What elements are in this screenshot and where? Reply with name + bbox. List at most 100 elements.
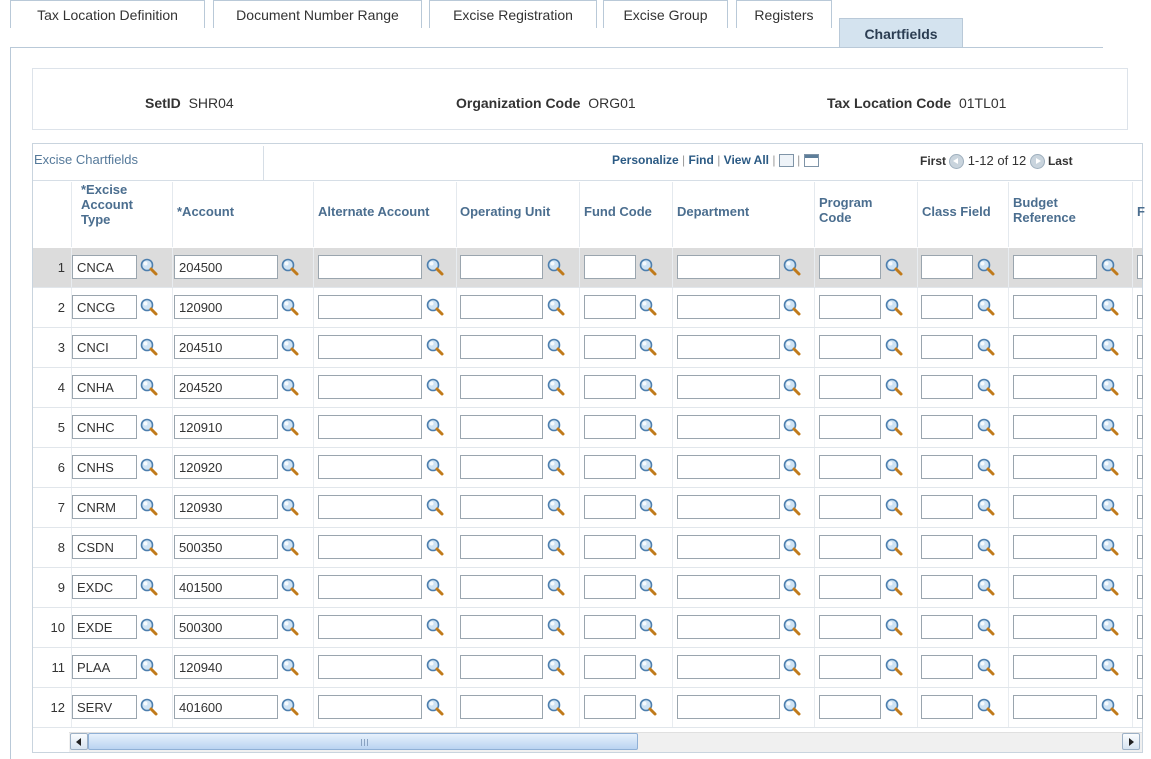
operating-unit-input[interactable] — [460, 415, 543, 439]
fund-code-input[interactable] — [584, 495, 636, 519]
lookup-icon[interactable] — [1100, 497, 1120, 517]
truncated-input[interactable] — [1137, 415, 1143, 439]
account-input[interactable]: 401500 — [174, 575, 278, 599]
personalize-link[interactable]: Personalize — [612, 153, 679, 167]
lookup-icon[interactable] — [638, 337, 658, 357]
lookup-icon[interactable] — [546, 337, 566, 357]
program-code-input[interactable] — [819, 375, 881, 399]
scroll-left-icon[interactable] — [70, 733, 88, 750]
col-fund-code[interactable]: Fund Code — [584, 204, 652, 219]
lookup-icon[interactable] — [425, 697, 445, 717]
lookup-icon[interactable] — [139, 497, 159, 517]
lookup-icon[interactable] — [139, 537, 159, 557]
lookup-icon[interactable] — [638, 297, 658, 317]
excise-type-input[interactable]: PLAA — [72, 655, 137, 679]
lookup-icon[interactable] — [1100, 657, 1120, 677]
scrollbar-thumb[interactable] — [88, 733, 638, 750]
lookup-icon[interactable] — [782, 337, 802, 357]
program-code-input[interactable] — [819, 655, 881, 679]
zoom-grid-icon[interactable] — [778, 154, 794, 168]
lookup-icon[interactable] — [546, 457, 566, 477]
truncated-input[interactable] — [1137, 535, 1143, 559]
lookup-icon[interactable] — [884, 497, 904, 517]
lookup-icon[interactable] — [1100, 377, 1120, 397]
lookup-icon[interactable] — [638, 417, 658, 437]
lookup-icon[interactable] — [546, 497, 566, 517]
class-field-input[interactable] — [921, 415, 973, 439]
col-account[interactable]: *Account — [177, 204, 234, 219]
lookup-icon[interactable] — [884, 257, 904, 277]
table-row[interactable]: 4 CNHA 204520 — [33, 368, 1143, 408]
lookup-icon[interactable] — [1100, 577, 1120, 597]
lookup-icon[interactable] — [280, 457, 300, 477]
col-program-code[interactable]: Program Code — [819, 195, 889, 225]
lookup-icon[interactable] — [546, 257, 566, 277]
table-row[interactable]: 8 CSDN 500350 — [33, 528, 1143, 568]
lookup-icon[interactable] — [546, 377, 566, 397]
alternate-account-input[interactable] — [318, 255, 422, 279]
lookup-icon[interactable] — [884, 297, 904, 317]
budget-reference-input[interactable] — [1013, 535, 1097, 559]
alternate-account-input[interactable] — [318, 375, 422, 399]
lookup-icon[interactable] — [280, 537, 300, 557]
excise-type-input[interactable]: CNCG — [72, 295, 137, 319]
lookup-icon[interactable] — [1100, 257, 1120, 277]
lookup-icon[interactable] — [1100, 417, 1120, 437]
lookup-icon[interactable] — [280, 377, 300, 397]
lookup-icon[interactable] — [280, 417, 300, 437]
lookup-icon[interactable] — [425, 537, 445, 557]
view-all-link[interactable]: View All — [724, 153, 769, 167]
previous-icon[interactable] — [949, 154, 965, 170]
lookup-icon[interactable] — [1100, 297, 1120, 317]
excise-type-input[interactable]: CNHC — [72, 415, 137, 439]
find-link[interactable]: Find — [689, 153, 714, 167]
lookup-icon[interactable] — [546, 577, 566, 597]
col-department[interactable]: Department — [677, 204, 749, 219]
operating-unit-input[interactable] — [460, 695, 543, 719]
fund-code-input[interactable] — [584, 655, 636, 679]
account-input[interactable]: 120920 — [174, 455, 278, 479]
program-code-input[interactable] — [819, 295, 881, 319]
lookup-icon[interactable] — [280, 697, 300, 717]
lookup-icon[interactable] — [638, 377, 658, 397]
account-input[interactable]: 120900 — [174, 295, 278, 319]
budget-reference-input[interactable] — [1013, 455, 1097, 479]
lookup-icon[interactable] — [1100, 697, 1120, 717]
lookup-icon[interactable] — [280, 657, 300, 677]
lookup-icon[interactable] — [139, 577, 159, 597]
lookup-icon[interactable] — [782, 697, 802, 717]
program-code-input[interactable] — [819, 575, 881, 599]
col-budget-reference[interactable]: Budget Reference — [1013, 195, 1083, 225]
lookup-icon[interactable] — [139, 377, 159, 397]
lookup-icon[interactable] — [638, 577, 658, 597]
fund-code-input[interactable] — [584, 255, 636, 279]
program-code-input[interactable] — [819, 255, 881, 279]
col-alternate-account[interactable]: Alternate Account — [318, 204, 429, 219]
class-field-input[interactable] — [921, 295, 973, 319]
class-field-input[interactable] — [921, 375, 973, 399]
lookup-icon[interactable] — [782, 537, 802, 557]
program-code-input[interactable] — [819, 535, 881, 559]
tab-registers[interactable]: Registers — [736, 0, 832, 28]
truncated-input[interactable] — [1137, 335, 1143, 359]
lookup-icon[interactable] — [280, 617, 300, 637]
fund-code-input[interactable] — [584, 375, 636, 399]
program-code-input[interactable] — [819, 415, 881, 439]
operating-unit-input[interactable] — [460, 455, 543, 479]
department-input[interactable] — [677, 655, 780, 679]
tab-tax-location-definition[interactable]: Tax Location Definition — [10, 0, 205, 28]
lookup-icon[interactable] — [638, 617, 658, 637]
class-field-input[interactable] — [921, 455, 973, 479]
lookup-icon[interactable] — [425, 497, 445, 517]
table-row[interactable]: 7 CNRM 120930 — [33, 488, 1143, 528]
budget-reference-input[interactable] — [1013, 495, 1097, 519]
lookup-icon[interactable] — [782, 497, 802, 517]
truncated-input[interactable] — [1137, 295, 1143, 319]
alternate-account-input[interactable] — [318, 655, 422, 679]
budget-reference-input[interactable] — [1013, 695, 1097, 719]
lookup-icon[interactable] — [425, 657, 445, 677]
table-row[interactable]: 5 CNHC 120910 — [33, 408, 1143, 448]
excise-type-input[interactable]: CNHA — [72, 375, 137, 399]
lookup-icon[interactable] — [1100, 617, 1120, 637]
tab-chartfields[interactable]: Chartfields — [839, 18, 963, 48]
